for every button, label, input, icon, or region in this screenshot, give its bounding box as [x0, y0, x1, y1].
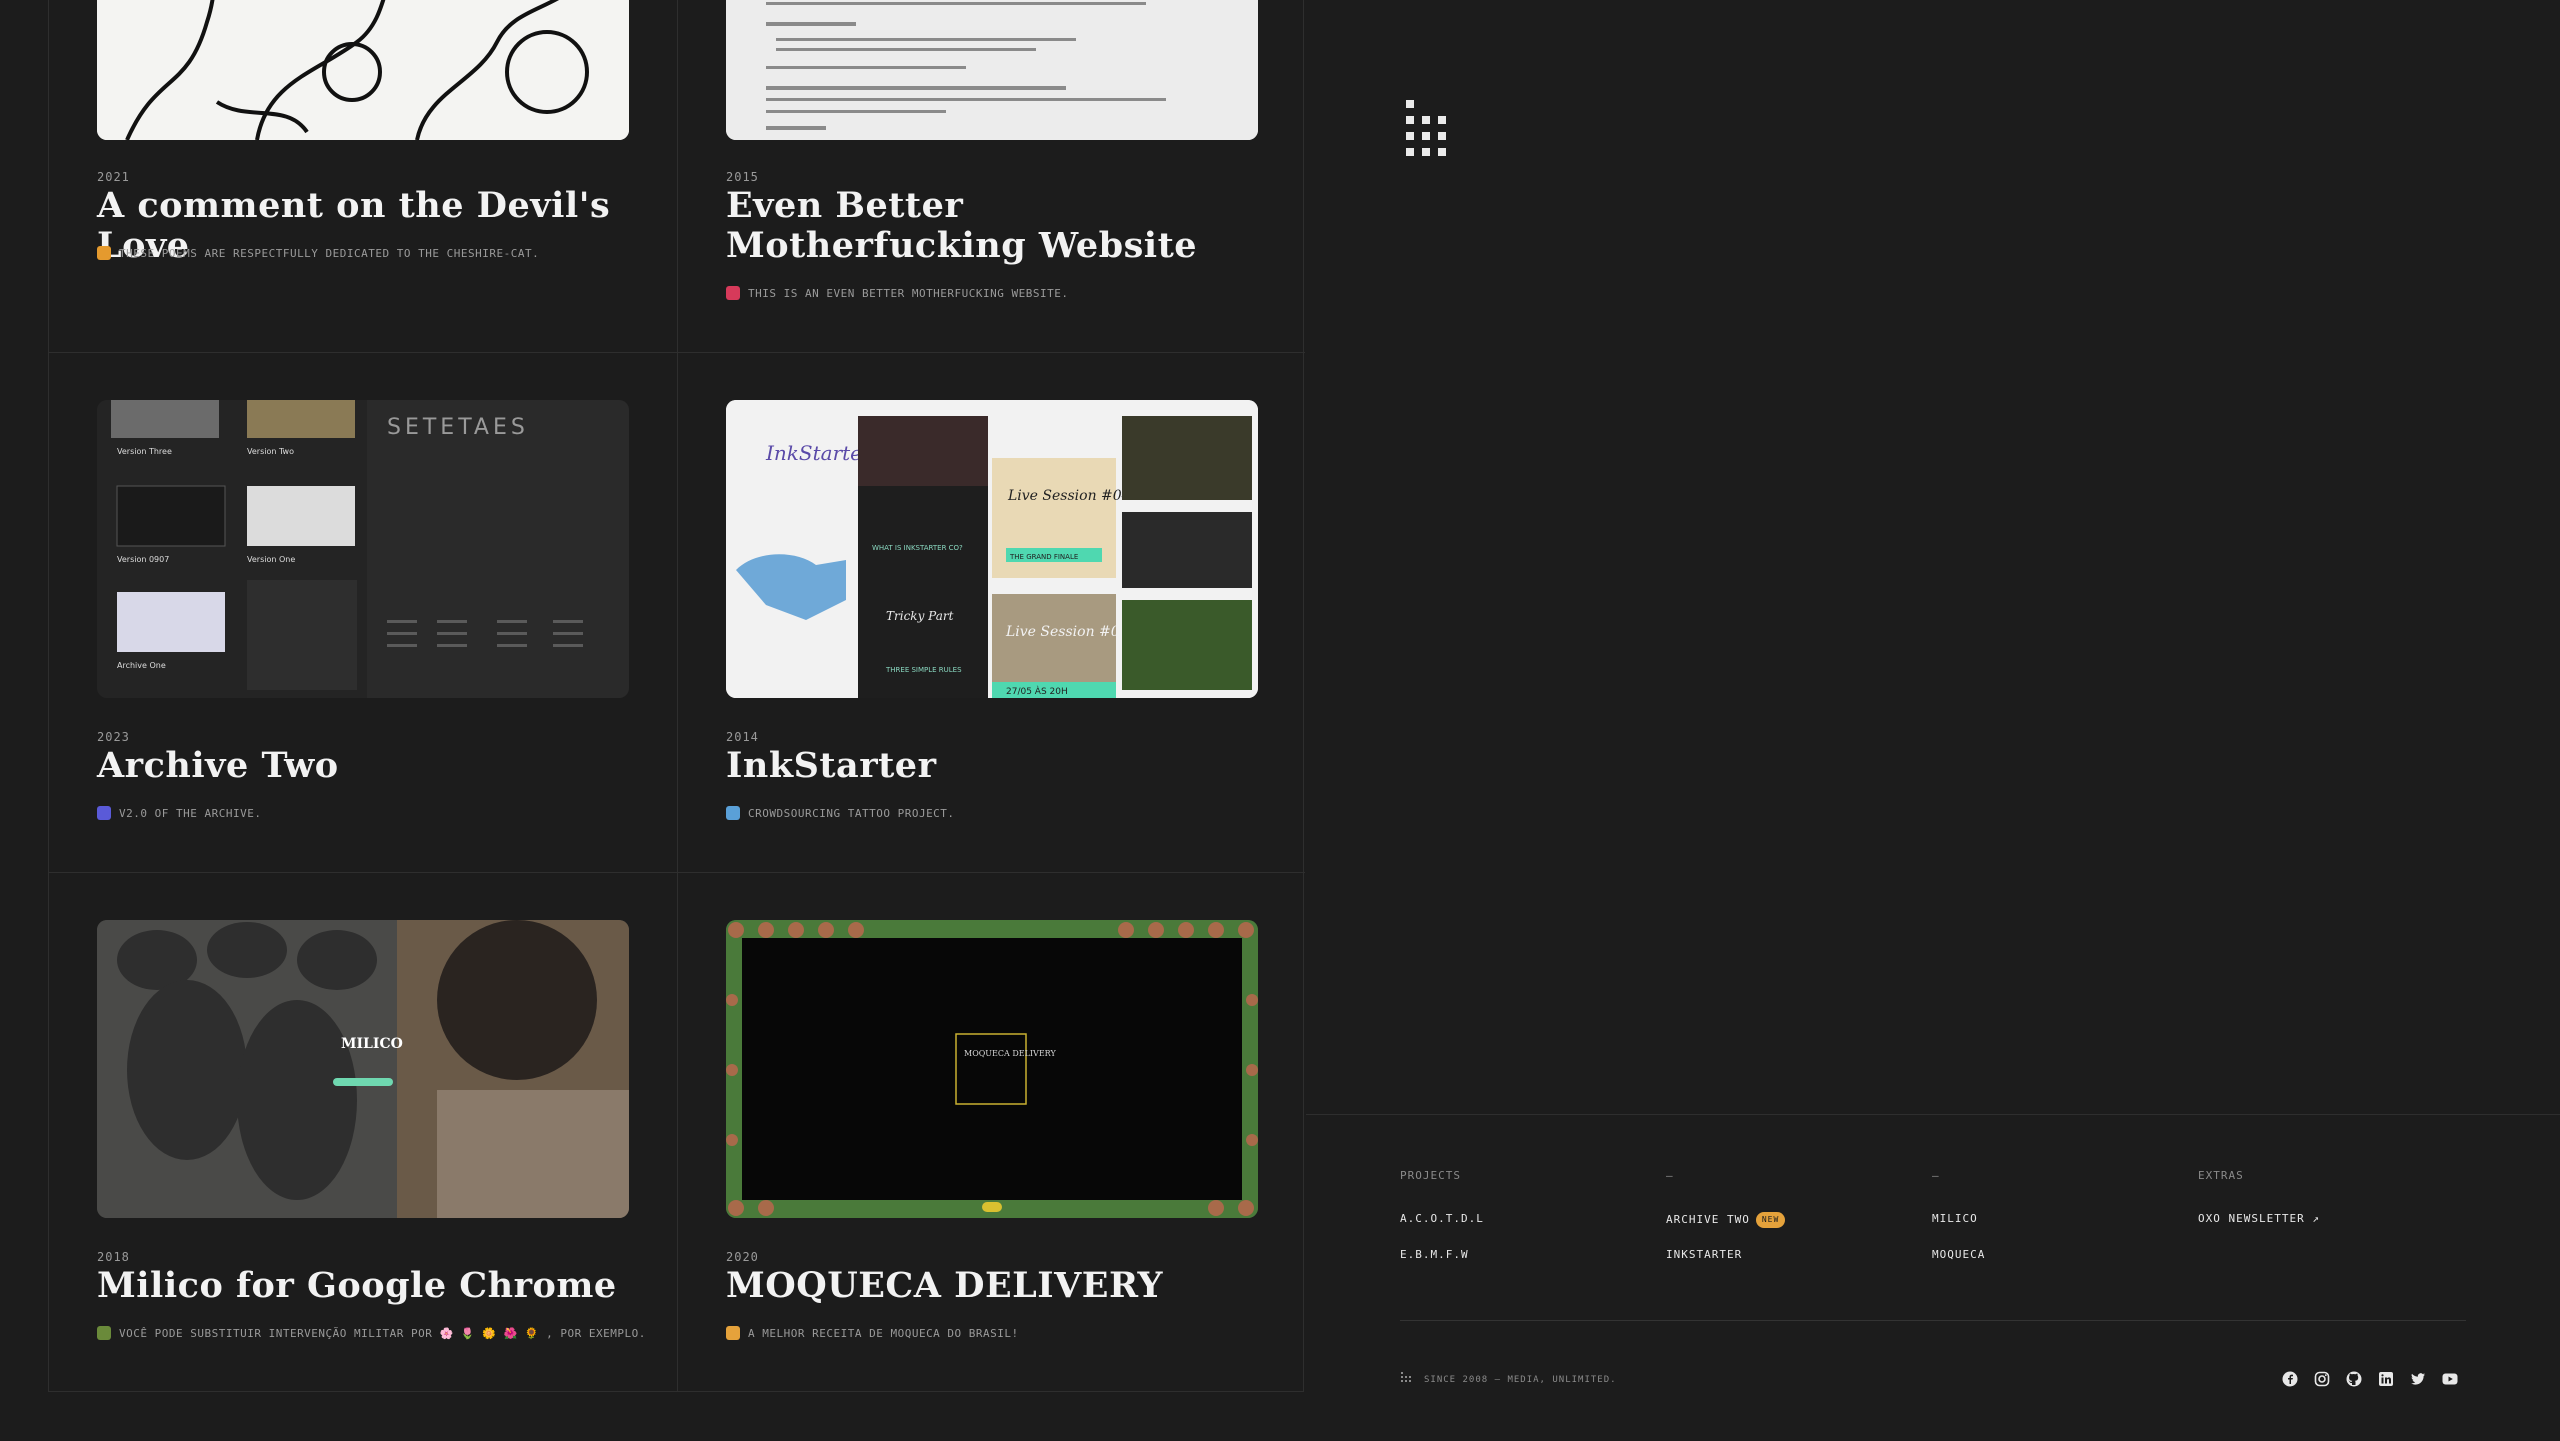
footer-link-label[interactable]: ARCHIVE TWO: [1666, 1213, 1750, 1226]
footer-logo-icon: [1401, 1372, 1411, 1382]
inkstarter-thumbnail-text: Tricky Part: [886, 609, 954, 623]
linkedin-icon[interactable]: [2378, 1371, 2394, 1387]
github-icon[interactable]: [2346, 1371, 2362, 1387]
project-description: Você pode substituir intervenção militar…: [97, 1326, 646, 1340]
footer-divider: [1400, 1320, 2466, 1321]
kiss-emoji-icon: [726, 286, 740, 300]
project-card-moqueca[interactable]: MOQUECA DELIVERY 2020 MOQUECA DELIVERY A…: [677, 872, 1305, 1392]
project-description-text: Crowdsourcing tattoo project.: [748, 807, 955, 820]
inkstarter-thumbnail-text: Live Session #05: [1005, 624, 1129, 640]
footer-link-ebmfw[interactable]: E.B.M.F.W: [1400, 1248, 1484, 1284]
project-title[interactable]: Milico for Google Chrome: [97, 1266, 637, 1306]
gun-emoji-icon: [97, 1326, 111, 1340]
project-description-text: A melhor receita de moqueca do Brasil!: [748, 1327, 1019, 1340]
project-year: 2023: [97, 730, 130, 744]
project-year: 2020: [726, 1250, 759, 1264]
project-description: These poems are respectfully dedicated t…: [97, 246, 539, 260]
inkstarter-thumbnail-text: THE GRAND FINALE: [1009, 553, 1078, 561]
project-year: 2014: [726, 730, 759, 744]
project-description: v2.0 of the archive.: [97, 806, 261, 820]
project-description: This is an even better motherfucking web…: [726, 286, 1069, 300]
project-grid: 2021 A comment on the Devil's Love These…: [48, 0, 1305, 1392]
project-thumbnail[interactable]: InkStarter WHAT IS INKSTARTER CO? Tricky…: [726, 400, 1258, 698]
project-card-inkstarter[interactable]: InkStarter WHAT IS INKSTARTER CO? Tricky…: [677, 352, 1305, 872]
footer-column-projects: PROJECTS A.C.O.T.D.L E.B.M.F.W: [1400, 1169, 1484, 1284]
fist-emoji-icon: [726, 1326, 740, 1340]
footer-column-heading: EXTRAS: [2198, 1169, 2244, 1182]
project-card-archive-two[interactable]: SETETAES Version Three Version Two Versi…: [49, 352, 677, 872]
milico-thumbnail-title: MILICO: [341, 1036, 403, 1052]
inkstarter-thumbnail-text: WHAT IS INKSTARTER CO?: [872, 544, 963, 552]
copyright-text: SINCE 2008 — MEDIA, UNLIMITED.: [1424, 1375, 1617, 1385]
project-thumbnail[interactable]: [97, 0, 629, 140]
project-thumbnail[interactable]: [726, 0, 1258, 140]
inkstarter-thumbnail-logo: InkStarter: [765, 441, 873, 465]
footer-column-2: — ARCHIVE TWO NEW INKSTARTER: [1666, 1169, 1786, 1284]
footer-link-milico[interactable]: MILICO: [1932, 1212, 1985, 1248]
moqueca-thumbnail-title: MOQUECA DELIVERY: [964, 1049, 1056, 1058]
youtube-icon[interactable]: [2442, 1371, 2458, 1387]
project-thumbnail[interactable]: MILICO: [97, 920, 629, 1218]
project-description-text: Você pode substituir intervenção militar…: [119, 1327, 646, 1340]
project-description-text: This is an even better motherfucking web…: [748, 287, 1069, 300]
project-title[interactable]: Archive Two: [97, 746, 637, 786]
hourglass-emoji-icon: [97, 806, 111, 820]
inkstarter-thumbnail-text: THREE SIMPLE RULES: [885, 666, 962, 674]
new-badge: NEW: [1755, 1212, 1786, 1228]
instagram-icon[interactable]: [2314, 1371, 2330, 1387]
project-title[interactable]: MOQUECA DELIVERY: [726, 1266, 1266, 1306]
archive-thumbnail-item: Version Two: [247, 447, 294, 456]
project-year: 2018: [97, 1250, 130, 1264]
project-year: 2021: [97, 170, 130, 184]
archive-thumbnail-item: Version 0907: [117, 555, 169, 564]
footer-column-extras: EXTRAS OXO NEWSLETTER ↗: [2198, 1169, 2320, 1248]
footer-link-moqueca[interactable]: MOQUECA: [1932, 1248, 1985, 1284]
project-card-acotdl[interactable]: 2021 A comment on the Devil's Love These…: [49, 0, 677, 352]
site-footer: PROJECTS A.C.O.T.D.L E.B.M.F.W — ARCHIVE…: [1306, 1114, 2560, 1441]
project-title[interactable]: InkStarter: [726, 746, 1266, 786]
footer-link-inkstarter[interactable]: INKSTARTER: [1666, 1248, 1785, 1284]
project-card-milico[interactable]: MILICO 2018 Milico for Google Chrome Voc…: [49, 872, 677, 1392]
footer-column-3: — MILICO MOQUECA: [1932, 1169, 1985, 1284]
archive-thumbnail-item: Version One: [247, 555, 295, 564]
project-description: A melhor receita de moqueca do Brasil!: [726, 1326, 1019, 1340]
archive-thumbnail-title: SETETAES: [387, 415, 529, 440]
footer-column-heading: PROJECTS: [1400, 1169, 1461, 1182]
project-thumbnail[interactable]: SETETAES Version Three Version Two Versi…: [97, 400, 629, 698]
archive-thumbnail-item: Archive One: [117, 661, 166, 670]
footer-column-heading: —: [1666, 1169, 1674, 1182]
footer-copyright: SINCE 2008 — MEDIA, UNLIMITED.: [1400, 1371, 1617, 1385]
project-year: 2015: [726, 170, 759, 184]
cat-emoji-icon: [97, 246, 111, 260]
project-description-text: v2.0 of the archive.: [119, 807, 262, 820]
project-description-text: These poems are respectfully dedicated t…: [119, 247, 540, 260]
inkstarter-thumbnail-text: Live Session #04: [1007, 488, 1131, 504]
archive-thumbnail-item: Version Three: [117, 447, 172, 456]
twitter-icon[interactable]: [2410, 1371, 2426, 1387]
facebook-icon[interactable]: [2282, 1371, 2298, 1387]
footer-link-newsletter[interactable]: OXO NEWSLETTER ↗: [2198, 1212, 2320, 1248]
footer-link-archive-two[interactable]: ARCHIVE TWO NEW: [1666, 1212, 1786, 1248]
footer-column-heading: —: [1932, 1169, 1940, 1182]
project-card-ebmfw[interactable]: 2015 Even Better Motherfucking Website T…: [677, 0, 1305, 352]
inkstarter-thumbnail-text: 27/05 ÀS 20H: [1006, 685, 1068, 697]
project-title[interactable]: Even Better Motherfucking Website: [726, 186, 1266, 266]
project-thumbnail[interactable]: MOQUECA DELIVERY: [726, 920, 1258, 1218]
syringe-emoji-icon: [726, 806, 740, 820]
footer-link-acotdl[interactable]: A.C.O.T.D.L: [1400, 1212, 1484, 1248]
project-description: Crowdsourcing tattoo project.: [726, 806, 955, 820]
